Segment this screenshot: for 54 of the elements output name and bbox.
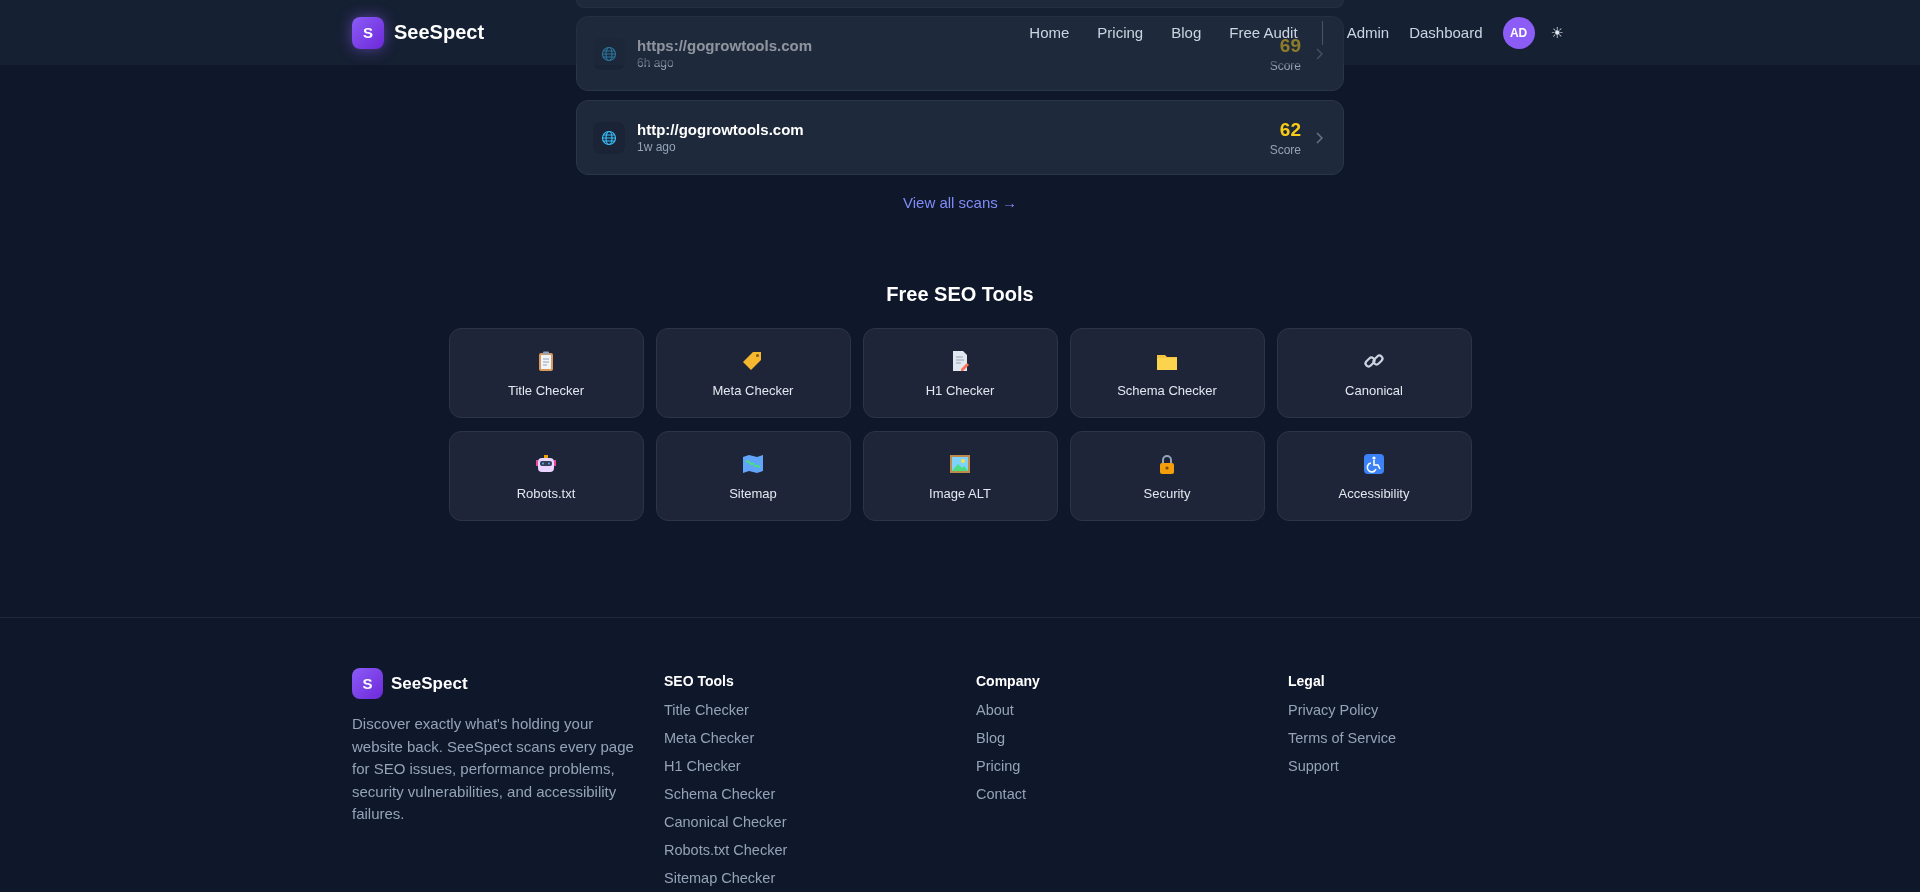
globe-icon xyxy=(601,129,617,146)
scan-time: 6h ago xyxy=(637,56,675,70)
footer-link[interactable]: Contact xyxy=(976,780,1288,808)
wheelchair-icon xyxy=(1362,451,1386,476)
tool-card[interactable]: Sitemap xyxy=(655,431,851,521)
tool-card[interactable]: Security xyxy=(1069,431,1265,521)
footer-link[interactable]: Support xyxy=(1288,752,1568,780)
section-title: Free SEO Tools xyxy=(886,283,1034,306)
footer-description: Discover exactly what's holding your website back. SeeSpect scans every page for SEO issues, performance problems, security vulnerabilities, and accessibility failures. xyxy=(352,714,635,824)
view-all-scans-link[interactable]: View all scans → xyxy=(903,194,1017,211)
footer-link[interactable]: Blog xyxy=(976,724,1288,752)
footer-heading: Legal xyxy=(1288,673,1326,689)
footer-heading: SEO Tools xyxy=(664,673,735,689)
scan-url: http://gogrowtools.com xyxy=(637,121,804,138)
footer-link[interactable]: Title Checker xyxy=(664,696,976,724)
footer-link[interactable]: Sitemap Checker xyxy=(664,864,976,892)
globe-icon xyxy=(601,45,617,62)
scan-card[interactable]: http://gogrowtools.com 1w ago 62 Score xyxy=(576,100,1344,175)
nav-link[interactable]: Home xyxy=(1029,24,1070,41)
nav-link[interactable]: Dashboard xyxy=(1409,24,1483,41)
tool-card[interactable]: H1 Checker xyxy=(862,328,1058,418)
score-label: Score xyxy=(1269,142,1301,157)
brand-name[interactable]: SeeSpect xyxy=(394,21,485,44)
brand-name[interactable]: SeeSpect xyxy=(391,673,468,694)
footer-heading: Company xyxy=(976,673,1041,689)
logo-mark[interactable]: S xyxy=(352,16,384,49)
footer-link[interactable]: Canonical Checker xyxy=(664,808,976,836)
footer-link[interactable]: About xyxy=(976,696,1288,724)
tool-card[interactable]: Meta Checker xyxy=(655,328,851,418)
footer-link[interactable]: Pricing xyxy=(976,752,1288,780)
tool-card[interactable]: Image ALT xyxy=(862,431,1058,521)
nav-link[interactable]: Pricing xyxy=(1097,24,1144,41)
footer-link[interactable]: H1 Checker xyxy=(664,752,976,780)
tool-card[interactable]: Title Checker xyxy=(448,328,644,418)
nav-link[interactable]: Blog xyxy=(1171,24,1202,41)
chevron-right-icon xyxy=(1315,131,1323,144)
footer-link[interactable]: Robots.txt Checker xyxy=(664,836,976,864)
logo-mark[interactable]: S xyxy=(352,668,383,699)
scan-time: 1w ago xyxy=(637,140,677,154)
nav-link[interactable]: Admin xyxy=(1346,24,1390,41)
footer-link[interactable]: Meta Checker xyxy=(664,724,976,752)
tool-card[interactable]: Canonical xyxy=(1276,328,1472,418)
chevron-right-icon xyxy=(1315,47,1323,60)
footer-link[interactable]: Schema Checker xyxy=(664,780,976,808)
scan-url: https://gogrowtools.com xyxy=(637,37,812,54)
tool-card[interactable]: Accessibility xyxy=(1276,431,1472,521)
score-value: 62 xyxy=(1278,118,1301,141)
footer-link[interactable]: Terms of Service xyxy=(1288,724,1568,752)
user-avatar[interactable]: AD xyxy=(1502,16,1535,49)
tool-card[interactable]: Robots.txt xyxy=(448,431,644,521)
footer-link[interactable]: Privacy Policy xyxy=(1288,696,1568,724)
tool-card[interactable]: Schema Checker xyxy=(1069,328,1265,418)
theme-toggle-button[interactable]: ☀ xyxy=(1546,19,1568,46)
score-label: Score xyxy=(1269,58,1301,73)
